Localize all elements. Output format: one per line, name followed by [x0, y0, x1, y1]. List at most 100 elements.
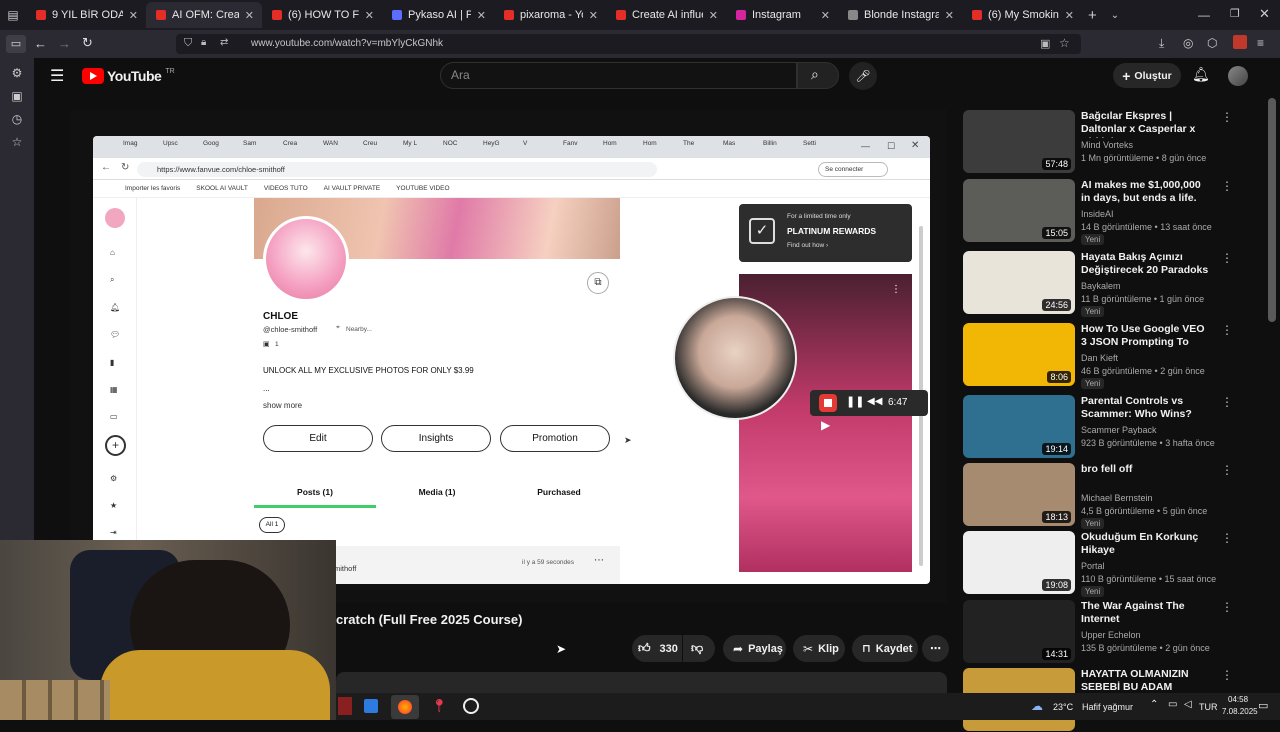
inner-tab[interactable]: Creu	[363, 140, 399, 147]
inner-reload-icon[interactable]: ↻	[121, 162, 129, 173]
more-actions-button[interactable]: ⋯	[922, 635, 949, 662]
save-button[interactable]: ⊓ Kaydet	[852, 635, 918, 662]
fanvue-avatar[interactable]	[105, 208, 125, 228]
create-button[interactable]: + Oluştur	[1113, 63, 1181, 88]
settings-icon[interactable]: ⚙	[110, 474, 117, 483]
pause-icon[interactable]: ❚❚	[846, 395, 864, 408]
browser-tab[interactable]: pixaroma - YouTube ✕	[494, 2, 606, 28]
screen-recorder-controls[interactable]: ❚❚ ◀◀ 6:47	[810, 390, 928, 416]
inner-minimize-icon[interactable]: —	[861, 141, 870, 151]
edit-button[interactable]: Edit	[263, 425, 373, 452]
taskbar-maps-icon[interactable]: 📍︎	[431, 698, 448, 714]
search-input[interactable]: Ara	[440, 62, 797, 89]
clock-time[interactable]: 04:58	[1228, 695, 1248, 704]
dislike-button[interactable]: 👎︎	[683, 635, 715, 662]
browser-tab[interactable]: (6) My Smokin' Song - ✕	[962, 2, 1082, 28]
bookmark-item[interactable]: YOUTUBE VIDEO	[396, 185, 449, 192]
bookmark-star-icon[interactable]: ☆	[1059, 36, 1070, 50]
video-title[interactable]: Hayata Bakış Açınızı Değiştirecek 20 Par…	[1081, 251, 1211, 277]
reload-icon[interactable]: ↻	[82, 35, 93, 51]
tab-posts[interactable]: Posts (1)	[254, 487, 376, 497]
preview-play-icon[interactable]: ▶	[821, 418, 830, 432]
more-vertical-icon[interactable]: ⋮	[1221, 600, 1233, 614]
notifications-bell-icon[interactable]: 🔔︎	[1192, 66, 1210, 83]
weather-desc[interactable]: Hafif yağmur	[1082, 702, 1133, 712]
inner-tab[interactable]: Imag	[123, 140, 159, 147]
inner-tab[interactable]: Fanv	[563, 140, 599, 147]
browser-tab[interactable]: Instagram ✕	[726, 2, 838, 28]
video-thumbnail[interactable]: 19:08	[963, 531, 1075, 594]
more-vertical-icon[interactable]: ⋮	[1221, 463, 1233, 477]
inner-close-icon[interactable]: ✕	[911, 140, 919, 151]
bookmark-item[interactable]: AI VAULT PRIVATE	[324, 185, 380, 192]
channel-name[interactable]: Mind Vorteks	[1081, 140, 1133, 150]
more-vertical-icon[interactable]: ⋮	[1221, 668, 1233, 682]
tab-close-icon[interactable]: ✕	[589, 9, 598, 22]
video-title[interactable]: The War Against The Internet	[1081, 600, 1211, 626]
home-icon[interactable]: ⌂	[110, 248, 115, 257]
logout-icon[interactable]: ⇥	[110, 528, 117, 537]
copy-link-button[interactable]: ⧉	[587, 272, 609, 294]
volume-icon[interactable]: ◁	[1184, 699, 1192, 710]
tab-close-icon[interactable]: ✕	[129, 9, 138, 22]
search-icon[interactable]: ⌕	[110, 275, 114, 285]
related-video-item[interactable]: 19:08 Okuduğum En Korkunç Hikaye Portal 110…	[963, 531, 1233, 597]
inner-tab[interactable]: HeyG	[483, 140, 519, 147]
video-title[interactable]: How To Use Google VEO 3 JSON Prompting T…	[1081, 323, 1211, 351]
channel-name[interactable]: Michael Bernstein	[1081, 493, 1153, 503]
network-icon[interactable]: ▭	[1168, 699, 1177, 710]
vault-icon[interactable]: ▦	[110, 385, 118, 394]
channel-name[interactable]: Baykalem	[1081, 281, 1121, 291]
browser-tab[interactable]: Pykaso AI | Pricing ✕	[382, 2, 494, 28]
tray-chevron-icon[interactable]: ⌃	[1150, 699, 1158, 710]
share-button[interactable]: ➦ Paylaş	[723, 635, 786, 662]
inner-tab[interactable]: Hom	[603, 140, 639, 147]
guide-menu-icon[interactable]: ☰	[50, 66, 64, 86]
taskbar-firefox-icon[interactable]	[391, 695, 419, 719]
lock-icon[interactable]: 🔒︎	[201, 37, 206, 48]
browser-tab[interactable]: (6) HOW TO FIX THE PI ✕	[262, 2, 382, 28]
url-text[interactable]: www.youtube.com/watch?v=mbYlyCkGNhk	[251, 38, 443, 49]
tab-list-icon[interactable]: ▤	[0, 2, 26, 28]
minimize-button[interactable]: —	[1198, 8, 1210, 22]
video-thumbnail[interactable]: 24:56	[963, 251, 1075, 314]
messages-icon[interactable]: 💬︎	[110, 330, 120, 339]
inner-tab[interactable]: Upsc	[163, 140, 199, 147]
inner-tab[interactable]: Setti	[803, 140, 839, 147]
record-stop-button[interactable]	[819, 394, 837, 412]
video-thumbnail[interactable]: 57:48	[963, 110, 1075, 173]
extension-badge-icon[interactable]	[1233, 35, 1247, 49]
tab-close-icon[interactable]: ✕	[821, 9, 830, 22]
more-vertical-icon[interactable]: ⋮	[1221, 110, 1233, 124]
weather-temp[interactable]: 23°C	[1053, 702, 1073, 712]
video-title[interactable]: Parental Controls vs Scammer: Who Wins?	[1081, 395, 1211, 421]
inner-tab[interactable]: Goog	[203, 140, 239, 147]
preview-more-icon[interactable]: ⋮	[891, 284, 901, 295]
tab-close-icon[interactable]: ✕	[245, 9, 254, 22]
restore-button[interactable]: ❐	[1230, 7, 1240, 20]
synced-tabs-icon[interactable]: ▣	[10, 89, 24, 103]
video-title[interactable]: Bağcılar Ekspres | Daltonlar x Casperlar…	[1081, 110, 1211, 138]
tab-purchased[interactable]: Purchased	[498, 487, 620, 497]
related-video-item[interactable]: 18:13 bro fell off Michael Bernstein 4,5 B …	[963, 463, 1233, 529]
tab-overflow-chevron-icon[interactable]: ⌄	[1111, 10, 1119, 21]
browser-tab[interactable]: Blonde Instagram influ ✕	[838, 2, 962, 28]
translate-icon[interactable]: ▣	[1040, 37, 1050, 50]
tab-media[interactable]: Media (1)	[376, 487, 498, 497]
channel-name[interactable]: InsideAI	[1081, 209, 1114, 219]
channel-name[interactable]: Portal	[1081, 561, 1105, 571]
video-thumbnail[interactable]: 14:31	[963, 600, 1075, 663]
inner-tab[interactable]: Sam	[243, 140, 279, 147]
permissions-icon[interactable]: ⇄	[220, 37, 228, 48]
shield-icon[interactable]: ⛉	[184, 37, 192, 50]
ai-chatbot-icon[interactable]: ⚙	[10, 66, 24, 80]
video-title[interactable]: bro fell off	[1081, 463, 1211, 476]
taskbar-explorer-icon[interactable]	[364, 699, 378, 713]
taskbar-app-red[interactable]	[338, 697, 352, 715]
rewards-promo-card[interactable]: ✓ For a limited time only PLATINUM REWAR…	[739, 204, 912, 262]
bookmark-item[interactable]: VIDEOS TUTO	[264, 185, 308, 192]
inner-tab[interactable]: V	[523, 140, 559, 147]
more-vertical-icon[interactable]: ⋮	[1221, 395, 1233, 409]
back-icon[interactable]: ←	[34, 36, 47, 51]
video-title[interactable]: HAYATTA OLMANIZIN SEBEBİ BU ADAM OLABİLİ…	[1081, 668, 1211, 696]
